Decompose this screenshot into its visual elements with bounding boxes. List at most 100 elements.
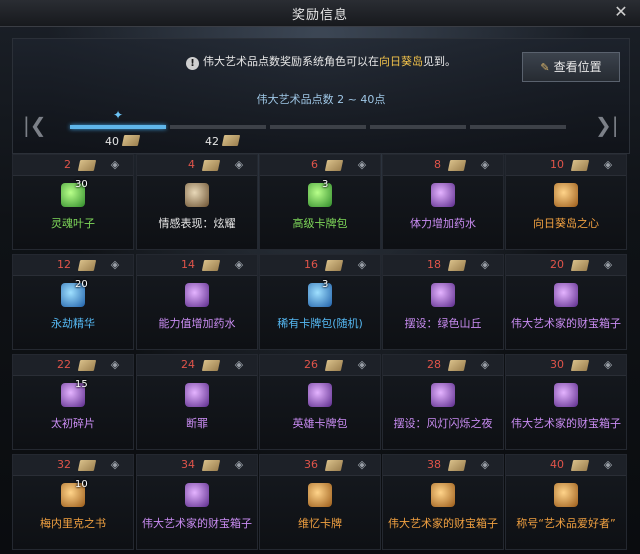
- reward-header: 30 ◈: [506, 355, 626, 376]
- reward-item-icon: [431, 483, 455, 507]
- reward-points: 8: [434, 158, 441, 171]
- reward-header: 6 ◈: [260, 155, 380, 176]
- reward-item-icon: [554, 283, 578, 307]
- reward-cell[interactable]: 22 ◈ 15 太初碎片: [12, 354, 134, 450]
- reward-cell[interactable]: 32 ◈ 10 梅内里克之书: [12, 454, 134, 550]
- progress-next: 42: [205, 135, 241, 148]
- claim-status-icon: ◈: [110, 458, 120, 471]
- reward-points: 18: [427, 258, 441, 271]
- claim-status-icon: ◈: [603, 158, 613, 171]
- reward-quantity: 15: [75, 379, 88, 390]
- nav-first-icon[interactable]: |❮: [23, 115, 47, 135]
- reward-item-icon: [185, 483, 209, 507]
- reward-points: 20: [550, 258, 564, 271]
- reward-header: 16 ◈: [260, 255, 380, 276]
- reward-cell[interactable]: 30 ◈ 伟大艺术家的财宝箱子: [505, 354, 627, 450]
- reward-cell[interactable]: 2 ◈ 30 灵魂叶子: [12, 154, 134, 250]
- claim-status-icon: ◈: [603, 458, 613, 471]
- reward-name: 向日葵岛之心: [533, 217, 599, 230]
- reward-points: 16: [304, 258, 318, 271]
- claim-status-icon: ◈: [234, 258, 244, 271]
- nav-last-icon[interactable]: ❯|: [595, 115, 619, 135]
- scroll-icon: [570, 260, 590, 271]
- reward-name: 伟大艺术家的财宝箱子: [511, 417, 621, 430]
- claim-status-icon: ◈: [357, 258, 367, 271]
- reward-name: 太初碎片: [51, 417, 95, 430]
- reward-cell[interactable]: 6 ◈ 3 高级卡牌包: [259, 154, 381, 250]
- location-pin-icon: ✎: [540, 61, 550, 74]
- reward-name: 永劫精华: [51, 317, 95, 330]
- scroll-icon: [201, 360, 221, 371]
- reward-header: 20 ◈: [506, 255, 626, 276]
- reward-item-icon: [431, 383, 455, 407]
- claim-status-icon: ◈: [234, 158, 244, 171]
- reward-header: 12 ◈: [13, 255, 133, 276]
- reward-header: 38 ◈: [383, 455, 503, 476]
- view-location-label: 查看位置: [553, 60, 602, 74]
- reward-item-icon: [308, 283, 332, 307]
- close-icon[interactable]: ✕: [612, 3, 630, 21]
- reward-item-icon: [185, 183, 209, 207]
- reward-name: 英雄卡牌包: [292, 417, 348, 430]
- reward-item-icon: [431, 183, 455, 207]
- reward-cell[interactable]: 26 ◈ 英雄卡牌包: [259, 354, 381, 450]
- scroll-icon: [447, 360, 467, 371]
- reward-name: 断罪: [186, 417, 208, 430]
- scroll-icon: [447, 460, 467, 471]
- reward-points: 6: [311, 158, 318, 171]
- range-label: 伟大艺术品点数 2 ~ 40点: [256, 93, 386, 106]
- reward-name: 维忆卡牌: [298, 517, 342, 530]
- reward-cell[interactable]: 8 ◈ 体力增加药水: [382, 154, 504, 250]
- reward-header: 8 ◈: [383, 155, 503, 176]
- reward-header: 22 ◈: [13, 355, 133, 376]
- reward-cell[interactable]: 24 ◈ 断罪: [136, 354, 258, 450]
- claim-status-icon: ◈: [480, 458, 490, 471]
- reward-item-icon: [308, 483, 332, 507]
- info-icon: !: [186, 57, 199, 70]
- reward-quantity: 3: [322, 279, 329, 290]
- view-location-button[interactable]: ✎ 查看位置: [522, 52, 620, 82]
- progress-segment: [170, 125, 266, 129]
- scroll-icon: [447, 260, 467, 271]
- reward-cell[interactable]: 4 ◈ 情感表现：炫耀: [136, 154, 258, 250]
- reward-points: 38: [427, 458, 441, 471]
- reward-cell[interactable]: 40 ◈ 称号“艺术品爱好者”: [505, 454, 627, 550]
- reward-header: 26 ◈: [260, 355, 380, 376]
- reward-cell[interactable]: 28 ◈ 摆设：风灯闪烁之夜: [382, 354, 504, 450]
- claim-status-icon: ◈: [603, 358, 613, 371]
- reward-item-icon: [185, 383, 209, 407]
- notice-highlight: 向日葵岛: [379, 55, 423, 68]
- reward-name: 能力值增加药水: [158, 317, 236, 330]
- reward-points: 2: [64, 158, 71, 171]
- reward-item-icon: [185, 283, 209, 307]
- reward-cell[interactable]: 14 ◈ 能力值增加药水: [136, 254, 258, 350]
- progress-next-value: 42: [205, 135, 219, 148]
- progress-segment: [70, 125, 166, 129]
- reward-cell[interactable]: 20 ◈ 伟大艺术家的财宝箱子: [505, 254, 627, 350]
- window-title: 奖励信息: [291, 8, 348, 23]
- scroll-icon: [201, 460, 221, 471]
- scroll-icon: [570, 360, 590, 371]
- reward-cell[interactable]: 38 ◈ 伟大艺术家的财宝箱子: [382, 454, 504, 550]
- reward-cell[interactable]: 12 ◈ 20 永劫精华: [12, 254, 134, 350]
- reward-name: 梅内里克之书: [40, 517, 106, 530]
- notice-prefix: 伟大艺术品点数奖励系统角色可以在: [203, 55, 379, 68]
- reward-quantity: 10: [75, 479, 88, 490]
- reward-cell[interactable]: 36 ◈ 维忆卡牌: [259, 454, 381, 550]
- scroll-icon: [77, 460, 97, 471]
- reward-item-icon: [431, 283, 455, 307]
- reward-cell[interactable]: 34 ◈ 伟大艺术家的财宝箱子: [136, 454, 258, 550]
- title-bar: 奖励信息 ✕: [0, 0, 640, 27]
- reward-header: 32 ◈: [13, 455, 133, 476]
- reward-cell[interactable]: 18 ◈ 摆设：绿色山丘: [382, 254, 504, 350]
- reward-points: 10: [550, 158, 564, 171]
- reward-header: 4 ◈: [137, 155, 257, 176]
- reward-cell[interactable]: 16 ◈ 3 稀有卡牌包(随机): [259, 254, 381, 350]
- scroll-icon: [324, 260, 344, 271]
- reward-cell[interactable]: 10 ◈ 向日葵岛之心: [505, 154, 627, 250]
- reward-name: 称号“艺术品爱好者”: [516, 517, 616, 530]
- claim-status-icon: ◈: [357, 458, 367, 471]
- progress-current: 40: [105, 135, 141, 148]
- reward-points: 34: [181, 458, 195, 471]
- reward-points: 36: [304, 458, 318, 471]
